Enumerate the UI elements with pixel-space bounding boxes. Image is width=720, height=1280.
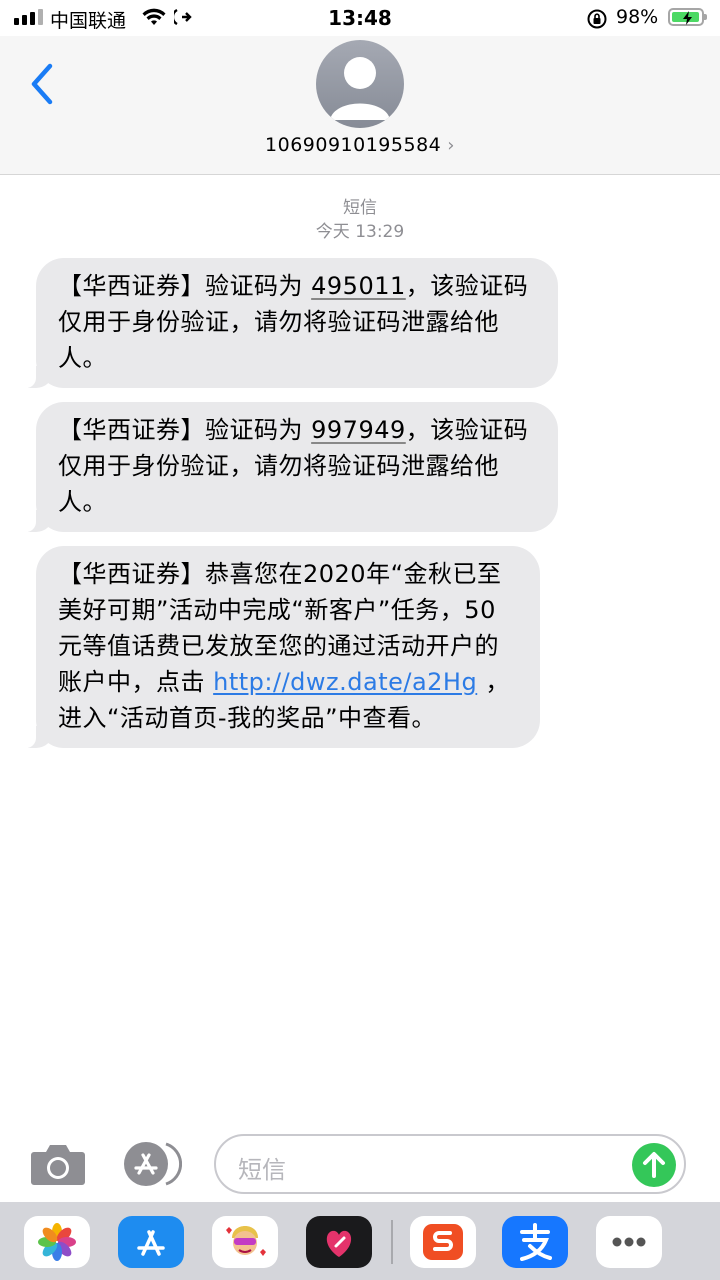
alipay-app-icon[interactable] xyxy=(502,1216,568,1268)
message-text: 【华西证券】验证码为 xyxy=(58,272,312,300)
person-icon xyxy=(330,57,390,120)
status-bar: 中国联通 13:48 98% xyxy=(0,0,720,36)
charging-bolt-icon xyxy=(683,11,692,25)
camera-icon xyxy=(31,1145,85,1185)
digital-touch-app-icon[interactable] xyxy=(306,1216,372,1268)
conversation-header: 10690910195584 › xyxy=(0,36,720,175)
photos-app-icon[interactable] xyxy=(24,1216,90,1268)
verification-code[interactable]: 997949 xyxy=(311,416,406,444)
contact-avatar[interactable] xyxy=(316,40,404,128)
contact-name-button[interactable]: 10690910195584 › xyxy=(0,134,720,156)
verification-code[interactable]: 495011 xyxy=(311,272,406,300)
contact-number: 10690910195584 xyxy=(265,134,442,156)
message-timestamp: 今天 13:29 xyxy=(315,222,405,242)
message-bubble[interactable]: 【华西证券】恭喜您在2020年“金秋已至 美好可期”活动中完成“新客户”任务，5… xyxy=(24,546,540,748)
app-store-button[interactable] xyxy=(122,1140,183,1188)
back-button[interactable] xyxy=(28,62,58,106)
app-store-app-icon[interactable] xyxy=(118,1216,184,1268)
thread-meta: 短信 今天 13:29 xyxy=(0,196,720,244)
rotation-lock-icon xyxy=(586,8,608,34)
send-button[interactable] xyxy=(632,1143,676,1187)
app-drawer xyxy=(0,1202,720,1280)
chevron-right-icon: › xyxy=(447,135,455,156)
more-apps-icon[interactable] xyxy=(596,1216,662,1268)
app-store-icon xyxy=(124,1142,183,1186)
memoji-app-icon[interactable] xyxy=(212,1216,278,1268)
battery-icon xyxy=(668,8,707,26)
service-label: 短信 xyxy=(343,198,377,218)
clock: 13:48 xyxy=(328,6,392,30)
message-bubble[interactable]: 【华西证券】验证码为 997949，该验证码仅用于身份验证，请勿将验证码泄露给他… xyxy=(24,402,558,532)
message-bubble[interactable]: 【华西证券】验证码为 495011，该验证码仅用于身份验证，请勿将验证码泄露给他… xyxy=(24,258,558,388)
arrow-up-icon xyxy=(643,1152,665,1178)
message-input-placeholder: 短信 xyxy=(238,1156,286,1184)
drawer-divider xyxy=(391,1220,393,1264)
chevron-left-icon xyxy=(31,63,53,105)
battery-percent: 98% xyxy=(616,6,659,28)
camera-button[interactable] xyxy=(30,1140,86,1186)
sogou-app-icon[interactable] xyxy=(410,1216,476,1268)
message-input[interactable]: 短信 xyxy=(214,1134,686,1194)
message-text: 【华西证券】验证码为 xyxy=(58,416,312,444)
message-link[interactable]: http://dwz.date/a2Hg xyxy=(213,668,477,696)
